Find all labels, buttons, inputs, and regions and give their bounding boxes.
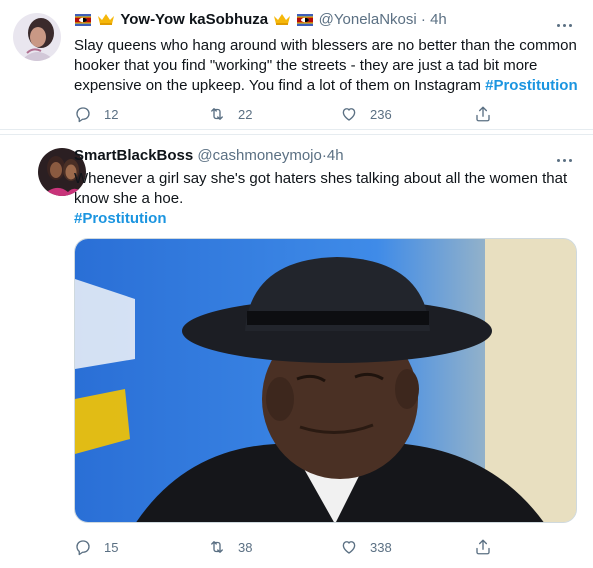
tweet-header: Yow-Yow kaSobhuza @YonelaNkosi · 4h: [74, 10, 447, 30]
heart-icon: [342, 541, 356, 554]
eswatini-flag-icon: [75, 12, 91, 26]
crown-icon: [273, 12, 291, 26]
tweet-actions: 12 22 236: [74, 104, 514, 124]
timestamp[interactable]: 4h: [430, 11, 447, 28]
share-button[interactable]: [474, 537, 492, 557]
share-icon: [476, 106, 490, 122]
heart-icon: [342, 108, 356, 121]
like-button[interactable]: 236: [340, 104, 392, 124]
retweet-count: 38: [238, 539, 253, 555]
tweet-media-photo[interactable]: [74, 238, 577, 523]
more-icon[interactable]: [557, 149, 575, 162]
hashtag-link[interactable]: #Prostitution: [485, 77, 578, 94]
avatar[interactable]: [13, 13, 61, 61]
retweet-icon: [211, 541, 223, 553]
tweet-actions: 15 38 338: [74, 537, 514, 557]
reply-button[interactable]: 15: [74, 537, 118, 557]
retweet-button[interactable]: 22: [208, 104, 252, 124]
display-name[interactable]: Yow-Yow kaSobhuza: [120, 11, 268, 28]
more-icon[interactable]: [557, 14, 575, 27]
user-handle[interactable]: @cashmoneymojo: [197, 147, 321, 164]
retweet-count: 22: [238, 106, 253, 122]
timestamp[interactable]: 4h: [327, 147, 344, 164]
user-handle[interactable]: @YonelaNkosi: [319, 11, 417, 28]
like-button[interactable]: 338: [340, 537, 392, 557]
like-count: 236: [370, 106, 392, 122]
retweet-button[interactable]: 38: [208, 537, 252, 557]
tweet-text: Slay queens who hang around with blesser…: [74, 36, 584, 96]
reply-icon: [76, 540, 90, 556]
reply-icon: [76, 107, 90, 123]
display-name[interactable]: SmartBlackBoss: [74, 147, 193, 164]
share-icon: [476, 539, 490, 555]
hashtag-link[interactable]: #Prostitution: [74, 209, 584, 229]
like-count: 338: [370, 539, 392, 555]
share-button[interactable]: [474, 104, 492, 124]
reply-button[interactable]: 12: [74, 104, 118, 124]
tweet-body: Whenever a girl say she's got haters she…: [74, 170, 568, 207]
reply-count: 15: [104, 539, 119, 555]
tweet-header: SmartBlackBoss @cashmoneymojo·4h: [74, 146, 344, 166]
separator: ·: [420, 11, 426, 28]
retweet-icon: [211, 108, 223, 120]
eswatini-flag-icon: [297, 12, 314, 26]
tweet-text: Whenever a girl say she's got haters she…: [74, 169, 584, 229]
tweet[interactable]: Yow-Yow kaSobhuza @YonelaNkosi · 4h Slay…: [0, 0, 593, 130]
crown-icon: [97, 12, 115, 26]
reply-count: 12: [104, 106, 119, 122]
